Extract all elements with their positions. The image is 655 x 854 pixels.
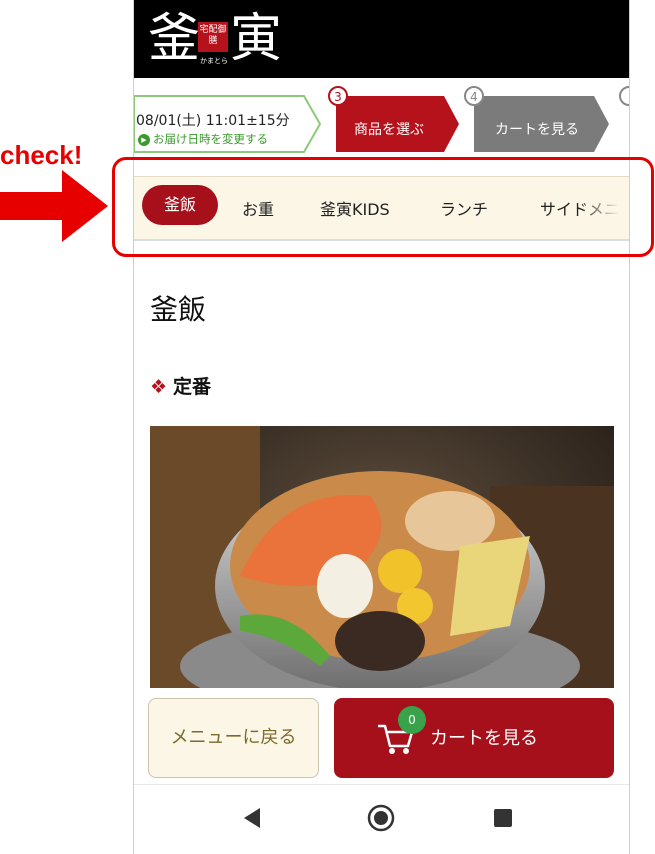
step-3-number: 3 xyxy=(328,86,348,106)
kamameshi-photo[interactable] xyxy=(150,426,614,694)
android-nav-bar xyxy=(134,784,629,854)
delivery-datetime: 08/01(土) 11:01±15分 xyxy=(136,113,290,129)
annotation-arrow-icon xyxy=(0,170,108,242)
section-label: 定番 xyxy=(173,376,212,398)
play-icon: ▶ xyxy=(138,133,150,146)
logo-char-right: 寅 xyxy=(230,9,283,69)
page-title: 釜飯 xyxy=(150,293,207,326)
nav-home-icon[interactable] xyxy=(366,803,396,833)
logo-badge: 宅配御膳 xyxy=(198,22,228,52)
nav-back-icon[interactable] xyxy=(242,807,262,829)
step-select-products[interactable]: 商品を選ぶ xyxy=(344,119,434,139)
logo-char-left: 釜 xyxy=(148,9,201,69)
change-datetime-link[interactable]: ▶ お届け日時を変更する xyxy=(138,131,268,147)
back-to-menu-button[interactable]: メニューに戻る xyxy=(148,698,319,778)
step-view-cart[interactable]: カートを見る xyxy=(482,119,592,139)
diamond-icon: ❖ xyxy=(150,376,168,398)
view-cart-button[interactable]: 0 カートを見る xyxy=(334,698,614,778)
annotation-label: check! xyxy=(0,140,83,170)
change-datetime-label: お届け日時を変更する xyxy=(153,132,268,146)
step-4-number: 4 xyxy=(464,86,484,106)
annotation-highlight-box xyxy=(112,157,654,257)
app-header: 釜 宅配御膳 かまとら 寅 xyxy=(134,0,629,78)
section-heading: ❖ 定番 xyxy=(150,372,211,399)
logo-kana: かまとら xyxy=(200,57,228,65)
cart-count-badge: 0 xyxy=(398,706,426,734)
nav-recent-icon[interactable] xyxy=(494,809,512,827)
view-cart-label: カートを見る xyxy=(430,728,538,749)
phone-screen: 釜 宅配御膳 かまとら 寅 08/01(土) 11:01±15分 ▶ お届け日時を… xyxy=(133,0,630,854)
